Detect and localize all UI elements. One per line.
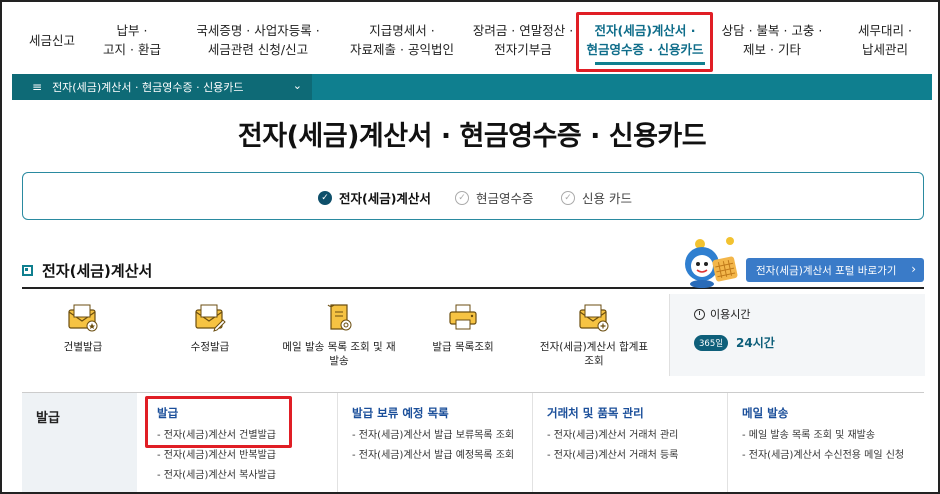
mail-list-icon [327, 304, 352, 331]
page-frame: 세금신고 납부 · 고지 · 환급 국세증명 · 사업자등록 · 세금관련 신청… [0, 0, 940, 494]
mascot-illustration [685, 237, 738, 288]
nav-item-label: 장려금 · 연말정산 · [472, 23, 574, 38]
menu-category-label: 발급 [36, 411, 60, 426]
menu-column-title[interactable]: 거래처 및 품목 관리 [547, 405, 727, 421]
usage-time-panel: 이용시간 365일 24시간 [669, 294, 925, 376]
menu-column-title[interactable]: 발급 보류 예정 목록 [352, 405, 527, 421]
menu-link[interactable]: - 전자(세금)계산서 복사발급 [157, 469, 332, 483]
column-divider [532, 393, 533, 492]
menu-column-title[interactable]: 발급 [157, 405, 332, 421]
clock-icon [694, 308, 705, 320]
quick-link-label: 건별발급 [63, 341, 103, 353]
envelope-star-icon [68, 304, 98, 332]
nav-item-label: 고지 · 환급 [103, 42, 161, 57]
quick-link-mail-list[interactable]: 메일 발송 목록 조회 및 재발송 [279, 302, 399, 368]
portal-shortcut-button[interactable]: 전자(세금)계산서 포털 바로가기 › [746, 258, 924, 282]
nav-item-payment[interactable]: 납부 · 고지 · 환급 [96, 10, 168, 70]
issue-menu: 발급 발급 - 전자(세금)계산서 건별발급 - 전자(세금)계산서 반복발급 … [22, 392, 924, 492]
nav-item-label: 납세관리 [861, 42, 908, 57]
menu-icon: ≡ [32, 80, 43, 94]
menu-link[interactable]: - 전자(세금)계산서 수신전용 메일 신청 [742, 449, 917, 463]
nav-item-tax-filing[interactable]: 세금신고 [12, 10, 92, 70]
column-divider [727, 393, 728, 492]
check-circle-icon: ✓ [455, 190, 469, 205]
menu-link[interactable]: - 전자(세금)계산서 반복발급 [157, 449, 332, 463]
menu-link[interactable]: - 전자(세금)계산서 거래처 관리 [547, 429, 727, 443]
breadcrumb: ≡ 전자(세금)계산서 · 현금영수증 · 신용카드 ⌄ [12, 74, 932, 100]
nav-item-label: 세금관련 신청/신고 [207, 42, 309, 57]
tab-label: 신용 카드 [582, 191, 632, 206]
nav-item-label: 전자기부금 [494, 42, 552, 57]
nav-item-label: 상담 · 불복 · 고충 · [721, 23, 823, 38]
chevron-down-icon: ⌄ [292, 79, 302, 92]
breadcrumb-label: 전자(세금)계산서 · 현금영수증 · 신용카드 [52, 81, 244, 94]
quick-link-label: 전자(세금)계산서 합계표 조회 [539, 341, 649, 367]
envelope-edit-icon [195, 304, 226, 332]
tab-credit-card[interactable]: ✓ 신용 카드 [561, 188, 632, 207]
quick-link-individual-issue[interactable]: 건별발급 [28, 302, 138, 354]
nav-item-label: 지급명세서 · [369, 23, 435, 38]
nav-item-label: 세무대리 · [858, 23, 912, 38]
quick-link-summary-inquiry[interactable]: 전자(세금)계산서 합계표 조회 [534, 302, 654, 368]
menu-column-clients: 거래처 및 품목 관리 - 전자(세금)계산서 거래처 관리 - 전자(세금)계… [547, 393, 727, 492]
nav-item-e-invoice[interactable]: 전자(세금)계산서 · 현금영수증 · 신용카드 [580, 10, 710, 70]
breadcrumb-dropdown[interactable]: ≡ 전자(세금)계산서 · 현금영수증 · 신용카드 ⌄ [12, 74, 312, 100]
usage-time-title-text: 이용시간 [710, 308, 751, 321]
chevron-right-icon: › [911, 262, 916, 276]
menu-column-title[interactable]: 메일 발송 [742, 405, 917, 421]
nav-item-label: 납부 · [116, 23, 148, 38]
quick-link-issue-list[interactable]: 발급 목록조회 [408, 302, 518, 354]
nav-item-label: 제보 · 기타 [743, 42, 801, 57]
printer-icon [449, 304, 477, 330]
nav-item-incentives[interactable]: 장려금 · 연말정산 · 전자기부금 [458, 10, 588, 70]
quick-link-revised-issue[interactable]: 수정발급 [155, 302, 265, 354]
usage-time-title: 이용시간 [694, 306, 750, 322]
section-divider [22, 287, 924, 289]
menu-link[interactable]: - 전자(세금)계산서 발급 예정목록 조회 [352, 449, 527, 463]
tab-cash-receipt[interactable]: ✓ 현금영수증 [455, 188, 534, 207]
page-title: 전자(세금)계산서 · 현금영수증 · 신용카드 [237, 121, 707, 152]
section-title-text: 전자(세금)계산서 [42, 262, 153, 280]
square-bullet-icon [22, 265, 33, 276]
active-nav-underline [595, 62, 705, 65]
portal-button-label: 전자(세금)계산서 포털 바로가기 [756, 264, 897, 277]
menu-link[interactable]: - 전자(세금)계산서 발급 보류목록 조회 [352, 429, 527, 443]
section-title: 전자(세금)계산서 [22, 260, 152, 281]
quick-link-label: 발급 목록조회 [432, 341, 494, 353]
nav-item-certificates[interactable]: 국세증명 · 사업자등록 · 세금관련 신청/신고 [178, 10, 338, 70]
menu-category: 발급 [22, 393, 137, 492]
usage-time-row: 365일 24시간 [694, 334, 775, 351]
envelope-plus-icon [579, 304, 609, 332]
quick-link-label: 수정발급 [190, 341, 230, 353]
nav-item-label: 현금영수증 · 신용카드 [586, 42, 704, 57]
menu-column-issue: 발급 - 전자(세금)계산서 건별발급 - 전자(세금)계산서 반복발급 - 전… [157, 393, 332, 492]
nav-item-consulting[interactable]: 상담 · 불복 · 고충 · 제보 · 기타 [717, 10, 827, 70]
menu-link[interactable]: - 메일 발송 목록 조회 및 재발송 [742, 429, 917, 443]
menu-column-mail: 메일 발송 - 메일 발송 목록 조회 및 재발송 - 전자(세금)계산서 수신… [742, 393, 917, 492]
menu-link[interactable]: - 전자(세금)계산서 건별발급 [157, 429, 332, 443]
usage-time-value: 24시간 [736, 336, 775, 350]
check-circle-icon: ✓ [318, 190, 332, 205]
tab-e-tax-invoice[interactable]: ✓ 전자(세금)계산서 [318, 188, 431, 207]
top-navigation: 세금신고 납부 · 고지 · 환급 국세증명 · 사업자등록 · 세금관련 신청… [12, 10, 932, 70]
check-circle-icon: ✓ [561, 190, 575, 205]
nav-item-label: 자료제출 · 공익법인 [350, 42, 454, 57]
days-badge: 365일 [694, 334, 729, 351]
tab-bar: ✓ 전자(세금)계산서 ✓ 현금영수증 ✓ 신용 카드 [22, 172, 924, 220]
tab-label: 전자(세금)계산서 [339, 191, 431, 206]
quick-link-label: 메일 발송 목록 조회 및 재발송 [282, 341, 396, 367]
menu-link[interactable]: - 전자(세금)계산서 거래처 등록 [547, 449, 727, 463]
nav-item-tax-agent[interactable]: 세무대리 · 납세관리 [840, 10, 930, 70]
nav-item-payment-statement[interactable]: 지급명세서 · 자료제출 · 공익법인 [342, 10, 462, 70]
tab-label: 현금영수증 [476, 191, 534, 206]
column-divider [337, 393, 338, 492]
menu-column-pending: 발급 보류 예정 목록 - 전자(세금)계산서 발급 보류목록 조회 - 전자(… [352, 393, 527, 492]
nav-item-label: 전자(세금)계산서 · [594, 23, 696, 38]
nav-item-label: 세금신고 [28, 32, 75, 48]
nav-item-label: 국세증명 · 사업자등록 · [196, 23, 320, 38]
